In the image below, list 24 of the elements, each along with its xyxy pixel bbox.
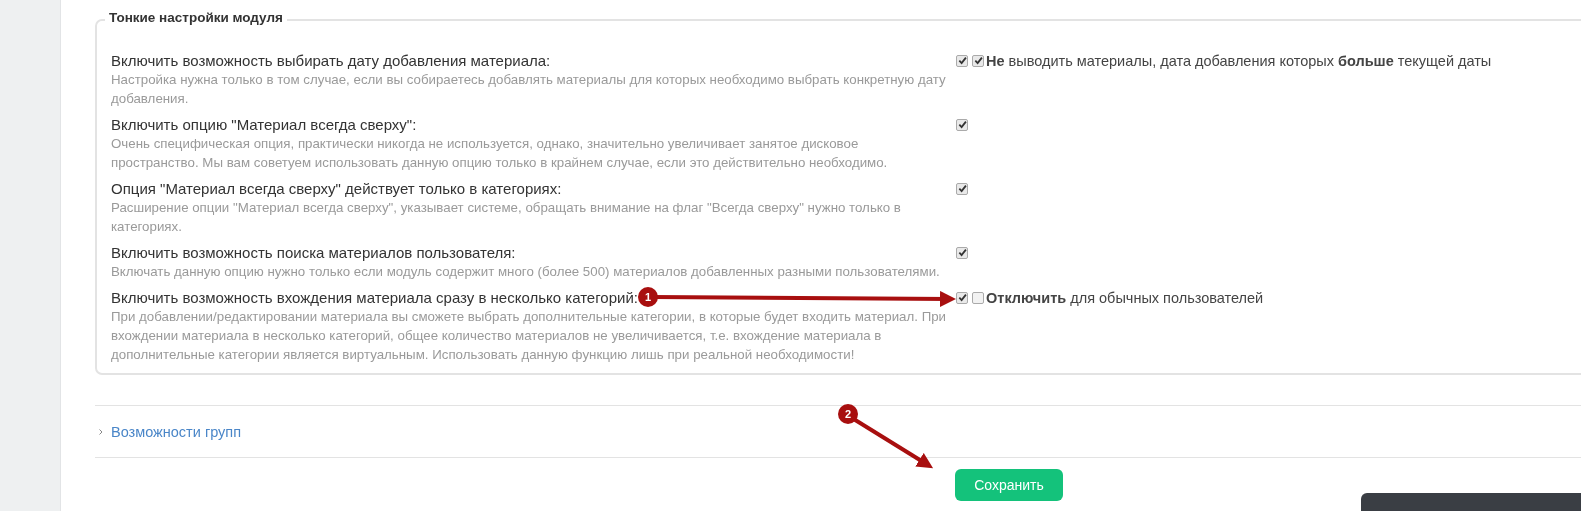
setting-label: Включить опцию "Материал всегда сверху":	[111, 115, 417, 134]
annotation-badge: 1	[638, 287, 658, 307]
section-link[interactable]: Возможности групп	[111, 423, 242, 440]
checkbox[interactable]	[956, 291, 968, 304]
checkbox[interactable]	[956, 182, 968, 195]
setting-hint: Очень специфическая опция, практически никогда не используется, однако, значительно увеличивает занятое дисковое пространство. Мы вам советуем использовать данную опцию только в крайнем случае, если это действительно необходимо.	[111, 135, 889, 172]
annotation-badge: 2	[838, 404, 858, 424]
save-button[interactable]: Сохранить	[955, 469, 1063, 501]
checkbox-label: Отключить для обычных пользователей	[986, 289, 1264, 306]
checkbox[interactable]	[956, 246, 968, 259]
checkbox[interactable]	[956, 54, 968, 67]
setting-hint: Настройка нужна только в том случае, если вы собираетесь добавлять материалы для которых необходимо выбрать конкретную дату добавления.	[111, 71, 947, 108]
checkbox[interactable]	[972, 291, 984, 304]
setting-label: Включить возможность вхождения материала сразу в несколько категорий:	[111, 288, 638, 307]
setting-label: Включить возможность выбирать дату добавления материала:	[111, 51, 551, 70]
setting-hint: При добавлении/редактировании материала вы сможете выбрать дополнительные категории, в которые будет входить материал. При вхождении материала в несколько категорий, общее количество материалов не увеличивается, т.е. вхождение материала в дополнительные категории является виртуальным. Использовать данную функцию лишь при реальной необходимости!	[111, 308, 947, 364]
setting-hint: Расширение опции "Материал всегда сверху", указывает системе, обращать внимание на флаг "Всегда сверху" нужно только в категориях.	[111, 199, 902, 236]
setting-hint: Включать данную опцию нужно только если модуль содержит много (более 500) материалов добавленных разными пользователями.	[111, 263, 940, 281]
checkbox[interactable]	[956, 118, 968, 131]
panel-legend: Тонкие настройки модуля	[105, 10, 287, 25]
checkbox-label: Не выводить материалы, дата добавления которых больше текущей даты	[986, 52, 1492, 69]
setting-label: Включить возможность поиска материалов пользователя:	[111, 243, 516, 262]
setting-label: Опция "Материал всегда сверху" действует только в категориях:	[111, 179, 562, 198]
checkbox[interactable]	[972, 54, 984, 67]
